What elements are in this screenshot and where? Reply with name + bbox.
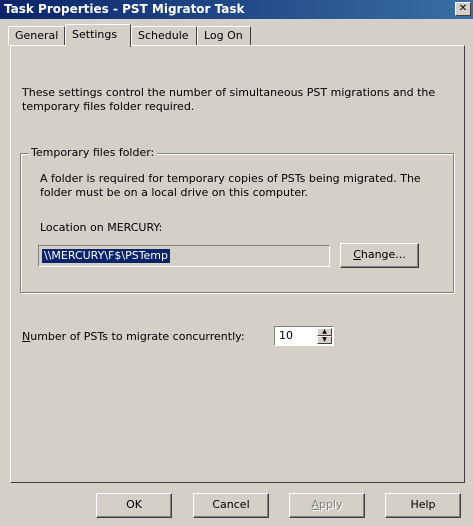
spin-down-icon[interactable]: ▼ [317,336,332,344]
apply-button-accel: A [311,498,319,511]
change-button-accel: C [353,248,361,261]
tab-general-label: General [15,29,59,42]
window-title: Task Properties - PST Migrator Task [4,2,245,16]
tab-schedule-label: Schedule [138,29,189,42]
concurrency-label-text: umber of PSTs to migrate concurrently: [30,330,245,343]
concurrency-label-accel: N [22,330,31,343]
concurrency-value[interactable]: 10 [279,329,293,342]
change-button-label: hange... [360,248,406,261]
apply-button-label: pply [319,498,343,511]
tab-schedule[interactable]: Schedule [131,26,197,45]
tab-log-on-label: Log On [204,29,243,42]
location-label: Location on MERCURY: [40,221,163,234]
location-field[interactable]: \\MERCURY\F$\PSTemp [38,245,330,267]
concurrency-label: Number of PSTs to migrate concurrently: [22,330,245,343]
title-bar: Task Properties - PST Migrator Task ✕ [0,0,473,19]
temp-folder-explanation: A folder is required for temporary copie… [40,172,421,199]
apply-button[interactable]: Apply [289,493,365,518]
settings-description: These settings control the number of sim… [22,86,436,113]
concurrency-spinner[interactable]: 10 ▲ ▼ [274,326,334,346]
tab-log-on[interactable]: Log On [197,26,251,45]
temp-folder-group-label: Temporary files folder: [28,146,158,159]
change-button[interactable]: Change... [340,243,419,268]
cancel-button[interactable]: Cancel [193,493,269,518]
tab-general[interactable]: General [8,26,65,45]
tab-settings-label: Settings [72,28,118,41]
tab-settings[interactable]: Settings [65,24,131,47]
close-button[interactable]: ✕ [455,2,471,16]
help-button[interactable]: Help [385,493,461,518]
ok-button[interactable]: OK [96,493,172,518]
location-value: \\MERCURY\F$\PSTemp [42,249,171,263]
spin-up-icon[interactable]: ▲ [317,328,332,336]
close-icon: ✕ [458,3,468,14]
